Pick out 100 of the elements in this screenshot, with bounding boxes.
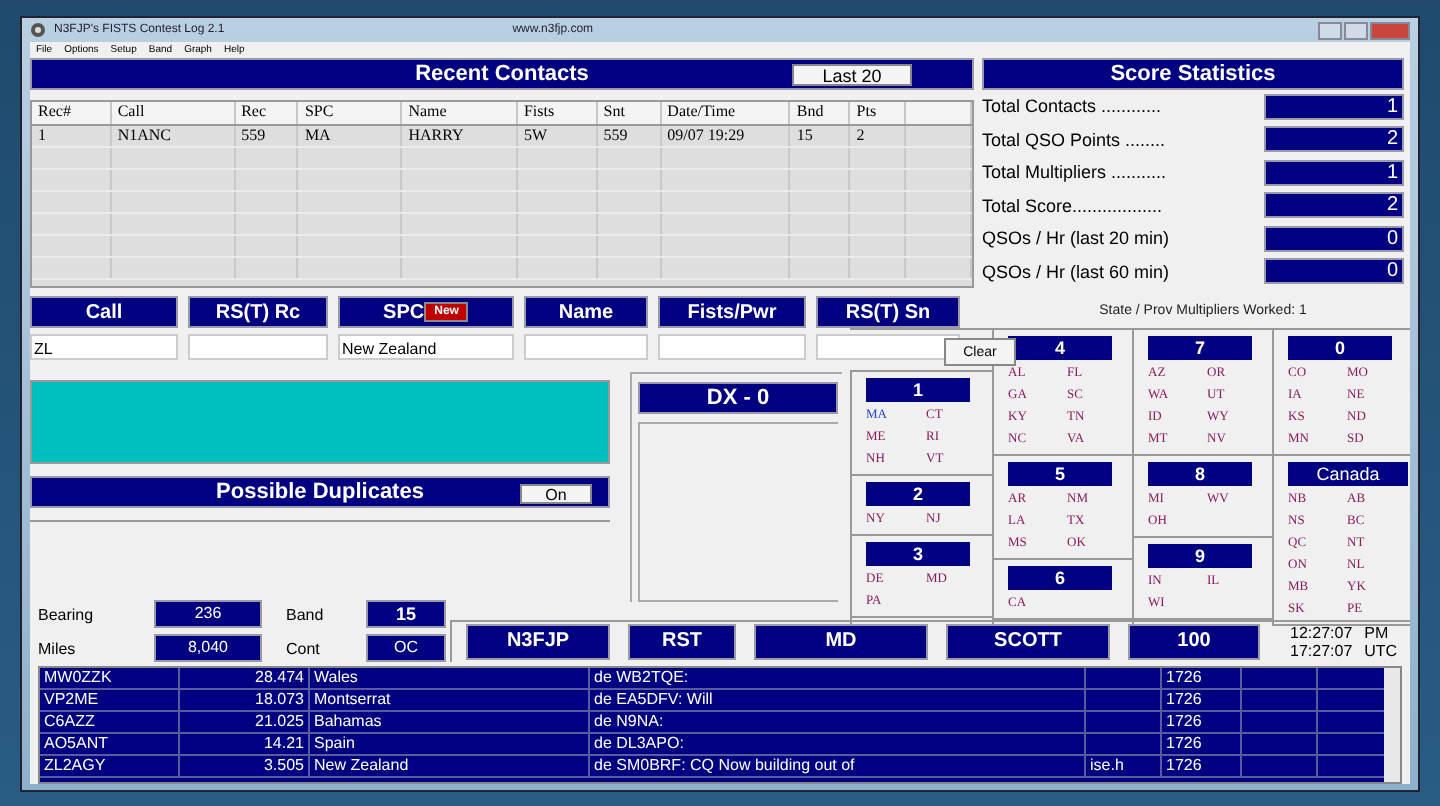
field-label: Name [524,296,648,329]
input-field[interactable]: New Zealand [338,334,514,361]
district-header: 7 [1148,336,1252,361]
field-label: RS(T) Sn [816,296,960,329]
info-value: OC [366,634,446,663]
column-header[interactable]: Rec [241,101,266,120]
field-label: RS(T) Rc [188,296,328,329]
section-title: Possible Duplicates [216,480,424,505]
cluster-cell: VP2ME [44,690,99,709]
statistic-value: 1 [1264,93,1404,120]
section-title: Recent Contacts [415,61,589,86]
cluster-cell: Spain [314,734,355,753]
table-cell: N1ANC [117,125,171,144]
table-cell: 2 [856,125,865,144]
cluster-cell: de WB2TQE: [594,668,689,687]
info-value: 236 [154,600,262,629]
column-header[interactable]: Fists [523,101,555,120]
cluster-cell: 1726 [1166,734,1202,753]
exchange-button[interactable]: 100 [1128,624,1260,661]
cluster-cell: 1726 [1166,690,1202,709]
cluster-cell: 18.073 [255,690,304,709]
cluster-cell: ZL2AGY [44,756,106,775]
district-header: 0 [1288,336,1392,361]
statistic-value: 2 [1264,192,1404,219]
info-label: Bearing [38,605,96,624]
info-label: Band [286,605,326,624]
input-field[interactable] [816,334,960,361]
column-header[interactable]: Pts [856,101,877,120]
district-header: 4 [1008,336,1112,361]
cluster-cell: New Zealand [314,756,409,775]
column-header[interactable]: Date/Time [667,101,736,120]
exchange-button[interactable]: SCOTT [946,624,1110,661]
district-header: Canada [1288,462,1408,487]
cluster-cell: 1726 [1166,668,1202,687]
column-header[interactable]: Bnd [796,101,824,120]
cluster-cell: 14.21 [263,734,304,753]
statistic-label: Total Multipliers ........... [982,162,1167,183]
column-header[interactable]: Name [408,101,447,120]
table-cell: 15 [796,125,813,144]
cluster-cell: de N9NA: [594,712,664,731]
info-value: 15 [366,600,446,629]
table-cell: 559 [603,125,628,144]
cluster-cell: MW0ZZK [44,668,112,687]
cluster-cell: 21.025 [255,712,304,731]
clock-time: 17:27:07 [1290,642,1353,661]
statistic-value: 0 [1264,225,1404,252]
statistic-label: QSOs / Hr (last 20 min) [982,228,1170,249]
column-header[interactable]: Snt [603,101,625,120]
cluster-cell: de EA5DFV: Will [594,690,713,709]
cluster-cell: Montserrat [314,690,391,709]
clock-time: 12:27:07 [1290,624,1353,643]
clock-suffix: PM [1364,624,1389,643]
cluster-cell: 1726 [1166,756,1202,775]
input-field[interactable] [658,334,806,361]
field-label: Fists/Pwr [658,296,806,329]
statistic-label: QSOs / Hr (last 60 min) [982,261,1170,282]
statistic-label: Total QSO Points ........ [982,129,1166,150]
statistic-value: 0 [1264,258,1404,285]
district-header: 5 [1008,462,1112,487]
section-title: DX - 0 [706,386,770,411]
maximize-button[interactable] [1344,21,1368,39]
app-icon [30,22,46,38]
district-header: 2 [866,482,970,507]
exchange-button[interactable]: RST [628,624,736,661]
district-header: 6 [1008,566,1112,591]
clock-suffix: UTC [1364,642,1398,661]
statistic-value: 2 [1264,126,1404,153]
input-field[interactable] [188,334,328,361]
input-field[interactable]: ZL [30,334,178,361]
input-field[interactable] [524,334,648,361]
info-value: 8,040 [154,634,262,663]
column-header[interactable]: Call [117,101,145,120]
cluster-cell: 28.474 [255,668,304,687]
cluster-cell: de DL3APO: [594,734,684,753]
minimize-button[interactable] [1318,21,1342,39]
column-header[interactable]: Rec# [38,101,71,120]
duplicates-toggle-button[interactable]: On [520,484,592,505]
scroll-bar[interactable] [1384,668,1400,782]
cluster-cell: Bahamas [314,712,382,731]
info-label: Cont [286,639,322,658]
district-header: 1 [866,378,970,403]
cluster-cell: C6AZZ [44,712,95,731]
cluster-cell: 1726 [1166,712,1202,731]
table-cell: HARRY [408,125,464,144]
column-header[interactable]: SPC [304,101,334,120]
table-cell: MA [304,125,331,144]
close-button[interactable] [1370,21,1410,39]
table-cell: 559 [241,125,266,144]
table-cell: 1 [38,125,46,144]
cluster-cell: ise.h [1090,756,1124,775]
field-label: Call [30,296,178,329]
cluster-cell: 3.505 [263,756,304,775]
statistic-label: Total Score.................. [982,195,1163,216]
district-header: 9 [1148,544,1252,569]
last-20-button[interactable]: Last 20 [792,63,912,86]
info-label: Miles [38,639,78,658]
exchange-button[interactable]: N3FJP [466,624,610,661]
cluster-cell: Wales [314,668,358,687]
exchange-button[interactable]: MD [754,624,928,661]
district-header: 3 [866,542,970,567]
